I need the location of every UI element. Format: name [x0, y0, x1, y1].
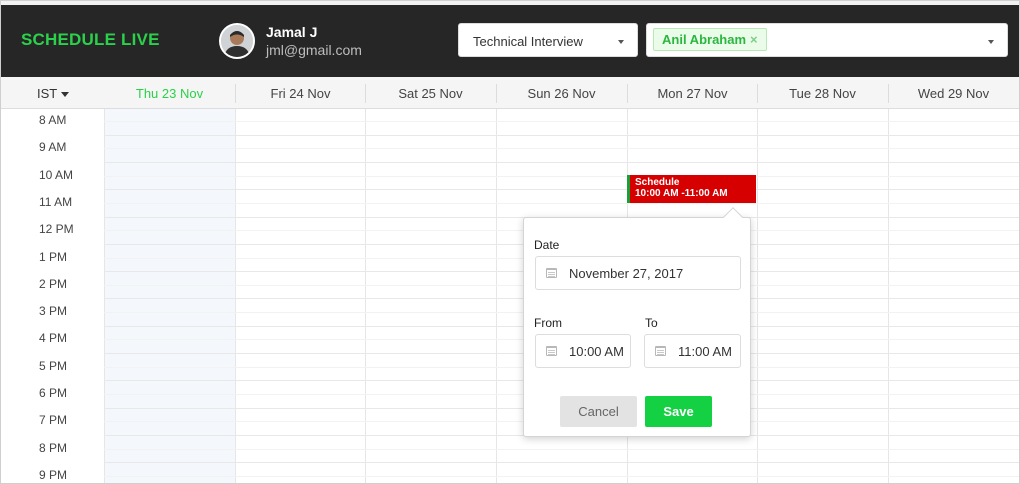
time-label: 9 AM [39, 140, 67, 155]
to-time-value: 11:00 AM [678, 344, 732, 359]
today-column [104, 109, 235, 483]
grid-hour-line [104, 134, 1019, 136]
day-header-0[interactable]: Thu 23 Nov [104, 86, 235, 101]
remove-tag-icon[interactable]: × [750, 32, 758, 47]
interviewer-tag[interactable]: Anil Abraham × [653, 28, 767, 51]
to-label: To [645, 316, 658, 330]
time-label: 2 PM [39, 276, 68, 291]
time-label: 9 PM [39, 467, 68, 482]
calendar-icon [546, 268, 557, 278]
from-time-value: 10:00 AM [569, 344, 624, 359]
from-time-input[interactable]: 10:00 AM [535, 334, 631, 368]
calendar-grid: 8 AM 9 AM 10 AM 11 AM 12 PM 1 PM 2 PM 3 PM 4 PM 5… [1, 109, 1019, 483]
time-label: 11 AM [39, 194, 73, 209]
grid-half-hour-line [104, 121, 1019, 122]
time-label: 4 PM [39, 331, 68, 346]
day-header-row: IST Thu 23 Nov Fri 24 Nov Sat 25 Nov Sun 26… [1, 77, 1019, 109]
timezone-select[interactable]: IST [37, 86, 57, 101]
grid-column-line [235, 109, 236, 483]
grid-column-line [888, 109, 889, 483]
day-separator [757, 84, 758, 103]
grid-hour-line [104, 189, 1019, 191]
chevron-down-icon [618, 40, 624, 44]
avatar-icon [221, 25, 253, 57]
event-title: Schedule [635, 177, 680, 188]
date-label: Date [534, 238, 560, 252]
grid-half-hour-line [104, 475, 1019, 477]
day-separator [365, 84, 366, 103]
grid-hour-line [104, 462, 1019, 464]
user-email: jml@gmail.com [266, 42, 362, 58]
event-time: 10:00 AM -11:00 AM [635, 188, 728, 199]
interview-type-select[interactable]: Technical Interview [458, 23, 638, 57]
user-name: Jamal J [266, 24, 318, 40]
grid-column-line [757, 109, 758, 483]
grid-half-hour-line [104, 448, 1019, 450]
time-label: 7 PM [39, 413, 68, 428]
date-input[interactable]: November 27, 2017 [535, 256, 741, 290]
day-header-1[interactable]: Fri 24 Nov [235, 86, 366, 101]
grid-column-line [104, 109, 105, 483]
interviewer-multiselect[interactable]: Anil Abraham × [646, 23, 1008, 57]
time-label: 10 AM [39, 167, 74, 182]
day-header-4[interactable]: Mon 27 Nov [627, 86, 758, 101]
day-header-2[interactable]: Sat 25 Nov [365, 86, 496, 101]
time-label: 8 AM [39, 113, 67, 127]
scheduled-event[interactable]: Schedule 10:00 AM -11:00 AM [627, 175, 756, 203]
interview-type-value: Technical Interview [473, 34, 583, 49]
time-label: 3 PM [39, 304, 68, 319]
grid-half-hour-line [104, 175, 1019, 177]
grid-half-hour-line [104, 202, 1019, 204]
to-time-input[interactable]: 11:00 AM [644, 334, 741, 368]
day-header-6[interactable]: Wed 29 Nov [888, 86, 1019, 101]
time-label: 6 PM [39, 386, 68, 400]
grid-column-line [365, 109, 366, 483]
day-separator [496, 84, 497, 103]
avatar[interactable] [219, 23, 255, 59]
time-label: 12 PM [39, 222, 74, 237]
from-label: From [534, 316, 562, 330]
day-header-5[interactable]: Tue 28 Nov [757, 86, 888, 101]
date-input-value: November 27, 2017 [569, 266, 684, 281]
calendar-icon [546, 346, 557, 356]
brand-logo: SCHEDULE LIVE [21, 30, 160, 49]
day-separator [627, 84, 628, 103]
day-separator [888, 84, 889, 103]
top-bar-edge [1, 1, 1019, 5]
top-bar: SCHEDULE LIVE Jamal J jml@gmail.com Tech… [1, 1, 1019, 77]
chevron-down-icon [988, 40, 994, 44]
grid-column-line [496, 109, 497, 483]
day-separator [235, 84, 236, 103]
cancel-button[interactable]: Cancel [560, 396, 637, 427]
time-label: 8 PM [39, 440, 68, 455]
grid-half-hour-line [104, 148, 1019, 150]
calendar-icon [655, 346, 666, 356]
caret-down-icon[interactable] [61, 92, 69, 97]
interviewer-tag-label: Anil Abraham [662, 32, 747, 47]
time-label: 5 PM [39, 358, 68, 373]
day-header-3[interactable]: Sun 26 Nov [496, 86, 627, 101]
save-button[interactable]: Save [645, 396, 712, 427]
app-window: SCHEDULE LIVE Jamal J jml@gmail.com Tech… [0, 0, 1020, 484]
grid-hour-line [104, 161, 1019, 163]
time-label: 1 PM [39, 249, 68, 264]
